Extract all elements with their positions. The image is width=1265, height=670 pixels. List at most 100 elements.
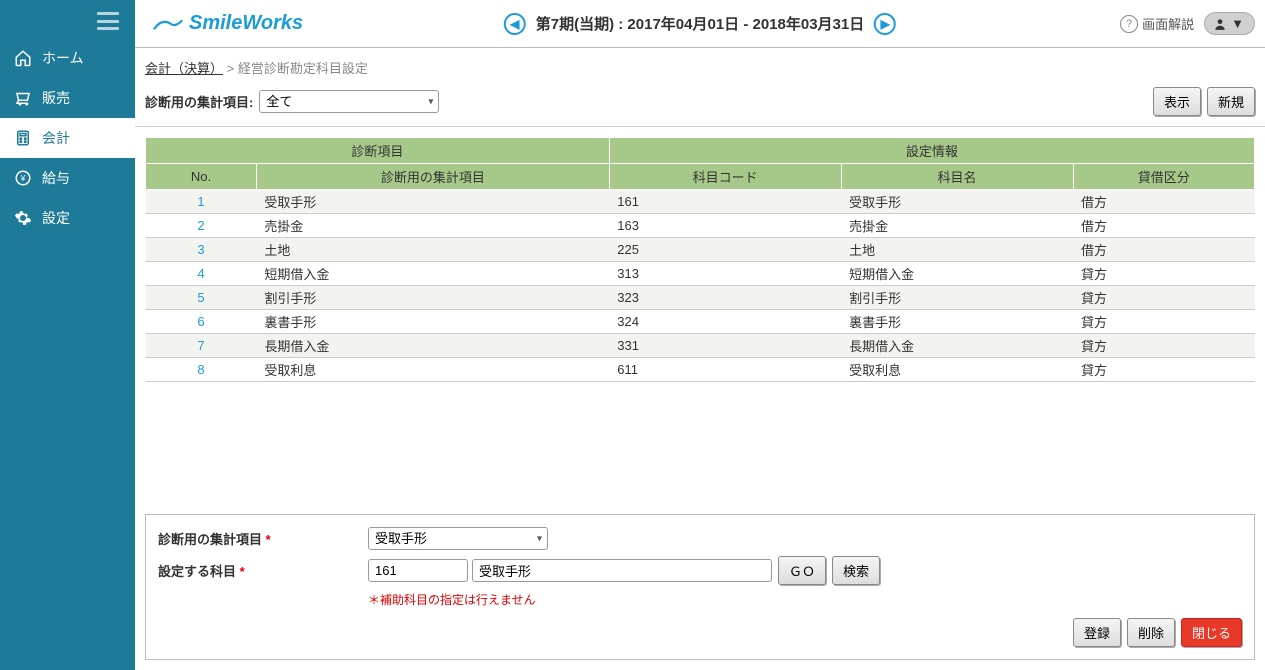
cell-name: 割引手形	[841, 286, 1073, 310]
cell-code: 323	[609, 286, 841, 310]
form-label-item: 設定する科目 *	[158, 561, 368, 580]
form-code-input[interactable]	[368, 559, 468, 582]
chevron-down-icon: ▼	[1231, 16, 1244, 31]
table-row[interactable]: 2売掛金163売掛金借方	[146, 214, 1255, 238]
cell-name: 受取手形	[841, 190, 1073, 214]
cell-agg: 長期借入金	[256, 334, 609, 358]
logo[interactable]: SmileWorks	[153, 12, 303, 35]
cell-no[interactable]: 8	[146, 358, 257, 382]
cell-agg: 裏書手形	[256, 310, 609, 334]
cell-agg: 受取手形	[256, 190, 609, 214]
cell-dc: 借方	[1073, 238, 1255, 262]
table-row[interactable]: 7長期借入金331長期借入金貸方	[146, 334, 1255, 358]
cell-name: 土地	[841, 238, 1073, 262]
th-dc: 貸借区分	[1073, 164, 1255, 190]
cell-name: 裏書手形	[841, 310, 1073, 334]
cell-code: 163	[609, 214, 841, 238]
form-agg-select[interactable]: 受取手形	[368, 527, 548, 550]
delete-button[interactable]: 削除	[1127, 618, 1175, 647]
cell-name: 長期借入金	[841, 334, 1073, 358]
main-area: SmileWorks ◀ 第7期(当期) : 2017年04月01日 - 201…	[135, 0, 1265, 670]
yen-icon: ¥	[14, 169, 32, 187]
cell-no[interactable]: 1	[146, 190, 257, 214]
cell-code: 611	[609, 358, 841, 382]
cell-agg: 土地	[256, 238, 609, 262]
table-row[interactable]: 6裏書手形324裏書手形貸方	[146, 310, 1255, 334]
form-label-agg: 診断用の集計項目 *	[158, 529, 368, 548]
table-row[interactable]: 3土地225土地借方	[146, 238, 1255, 262]
sidebar-item-accounting[interactable]: 会計	[0, 118, 135, 158]
filter-select[interactable]: 全て	[259, 90, 439, 113]
form-name-input[interactable]	[472, 559, 772, 582]
cell-no[interactable]: 2	[146, 214, 257, 238]
user-menu-button[interactable]: ▼	[1204, 12, 1255, 35]
cell-dc: 貸方	[1073, 358, 1255, 382]
logo-swoosh-icon	[153, 15, 183, 33]
edit-form: 診断用の集計項目 * 受取手形 設定する科目 * ＧＯ 検索 ＊補助科目の指定は…	[145, 514, 1255, 660]
th-code: 科目コード	[609, 164, 841, 190]
help-link[interactable]: ? 画面解説	[1120, 14, 1194, 33]
th-agg: 診断用の集計項目	[256, 164, 609, 190]
th-name: 科目名	[841, 164, 1073, 190]
table-row[interactable]: 5割引手形323割引手形貸方	[146, 286, 1255, 310]
table-row[interactable]: 4短期借入金313短期借入金貸方	[146, 262, 1255, 286]
table-row[interactable]: 8受取利息611受取利息貸方	[146, 358, 1255, 382]
sidebar-item-label: 設定	[42, 208, 70, 228]
sidebar-item-label: 会計	[42, 128, 70, 148]
hamburger-icon[interactable]	[97, 12, 119, 30]
cell-dc: 貸方	[1073, 286, 1255, 310]
svg-text:¥: ¥	[20, 174, 26, 183]
help-label: 画面解説	[1142, 14, 1194, 33]
cell-no[interactable]: 5	[146, 286, 257, 310]
breadcrumb-link[interactable]: 会計（決算）	[145, 61, 223, 76]
cell-no[interactable]: 7	[146, 334, 257, 358]
breadcrumb-sep: >	[227, 61, 235, 76]
sidebar-item-payroll[interactable]: ¥ 給与	[0, 158, 135, 198]
cell-dc: 借方	[1073, 214, 1255, 238]
hamburger-container	[0, 0, 135, 38]
search-button[interactable]: 検索	[832, 556, 880, 585]
cell-agg: 割引手形	[256, 286, 609, 310]
th-group-diag: 診断項目	[146, 138, 610, 164]
cell-no[interactable]: 6	[146, 310, 257, 334]
period-next-button[interactable]: ▶	[874, 13, 896, 35]
close-button[interactable]: 閉じる	[1181, 618, 1242, 647]
sidebar-item-sales[interactable]: 販売	[0, 78, 135, 118]
cell-agg: 受取利息	[256, 358, 609, 382]
go-button[interactable]: ＧＯ	[778, 556, 826, 585]
cell-code: 324	[609, 310, 841, 334]
breadcrumb-current: 経営診断勘定科目設定	[238, 61, 368, 76]
logo-text: SmileWorks	[189, 12, 303, 35]
save-button[interactable]: 登録	[1073, 618, 1121, 647]
cell-name: 売掛金	[841, 214, 1073, 238]
cell-no[interactable]: 3	[146, 238, 257, 262]
cell-code: 225	[609, 238, 841, 262]
nav-list: ホーム 販売 会計 ¥ 給与	[0, 38, 135, 238]
cell-name: 短期借入金	[841, 262, 1073, 286]
period-prev-button[interactable]: ◀	[504, 13, 526, 35]
user-icon	[1213, 17, 1227, 31]
breadcrumb: 会計（決算） > 経営診断勘定科目設定	[135, 48, 1265, 83]
show-button[interactable]: 表示	[1153, 87, 1201, 116]
th-group-setting: 設定情報	[609, 138, 1254, 164]
sidebar-item-home[interactable]: ホーム	[0, 38, 135, 78]
cell-name: 受取利息	[841, 358, 1073, 382]
sidebar-item-settings[interactable]: 設定	[0, 198, 135, 238]
filter-select-wrap: 全て	[259, 90, 439, 113]
cell-dc: 貸方	[1073, 310, 1255, 334]
new-button[interactable]: 新規	[1207, 87, 1255, 116]
calculator-icon	[14, 129, 32, 147]
sidebar-item-label: ホーム	[42, 48, 84, 68]
table-row[interactable]: 1受取手形161受取手形借方	[146, 190, 1255, 214]
cart-icon	[14, 89, 32, 107]
cell-no[interactable]: 4	[146, 262, 257, 286]
table-area: 診断項目 設定情報 No. 診断用の集計項目 科目コード 科目名 貸借区分 1受…	[135, 127, 1265, 392]
gear-icon	[14, 209, 32, 227]
sidebar: ホーム 販売 会計 ¥ 給与	[0, 0, 135, 670]
cell-agg: 短期借入金	[256, 262, 609, 286]
period-text: 第7期(当期) : 2017年04月01日 - 2018年03月31日	[536, 13, 864, 34]
accounts-table: 診断項目 設定情報 No. 診断用の集計項目 科目コード 科目名 貸借区分 1受…	[145, 137, 1255, 382]
cell-code: 161	[609, 190, 841, 214]
th-no: No.	[146, 164, 257, 190]
filter-row: 診断用の集計項目: 全て 表示 新規	[135, 83, 1265, 127]
